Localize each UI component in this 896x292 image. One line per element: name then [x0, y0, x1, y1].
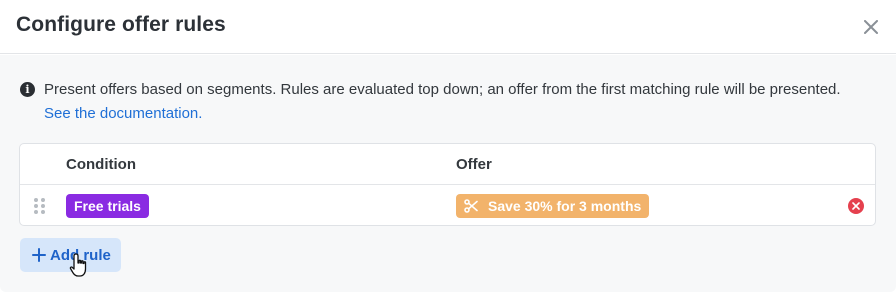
- offer-tag[interactable]: Save 30% for 3 months: [456, 194, 650, 218]
- info-text: Present offers based on segments. Rules …: [44, 81, 841, 98]
- info-icon: i: [20, 82, 35, 97]
- add-rule-label: Add rule: [50, 246, 111, 264]
- info-text-block: Present offers based on segments. Rules …: [20, 78, 870, 126]
- scissors-icon: [464, 199, 478, 213]
- add-rule-button[interactable]: Add rule: [20, 238, 121, 272]
- dialog-title: Configure offer rules: [16, 13, 226, 36]
- remove-icon: [852, 202, 860, 210]
- dialog-body: i Present offers based on segments. Rule…: [0, 55, 896, 292]
- configure-offer-rules-dialog: Configure offer rules i Present offers b…: [0, 0, 896, 292]
- plus-icon: [32, 248, 46, 262]
- column-header-offer: Offer: [456, 156, 492, 173]
- condition-tag[interactable]: Free trials: [66, 194, 149, 218]
- documentation-link[interactable]: See the documentation.: [44, 105, 202, 122]
- table-header: Condition Offer: [20, 144, 875, 185]
- drag-handle-icon[interactable]: [34, 197, 46, 215]
- column-header-condition: Condition: [66, 156, 136, 173]
- dialog-header: Configure offer rules: [0, 0, 896, 54]
- table-row: Free trials Save 30% for 3 months: [20, 186, 875, 226]
- close-button[interactable]: [860, 16, 882, 38]
- offer-tag-label: Save 30% for 3 months: [488, 198, 642, 214]
- info-message: i Present offers based on segments. Rule…: [20, 78, 870, 126]
- remove-rule-button[interactable]: [848, 198, 864, 214]
- close-icon: [864, 20, 878, 34]
- rules-table: Condition Offer Free trials Save 30% for…: [19, 143, 876, 226]
